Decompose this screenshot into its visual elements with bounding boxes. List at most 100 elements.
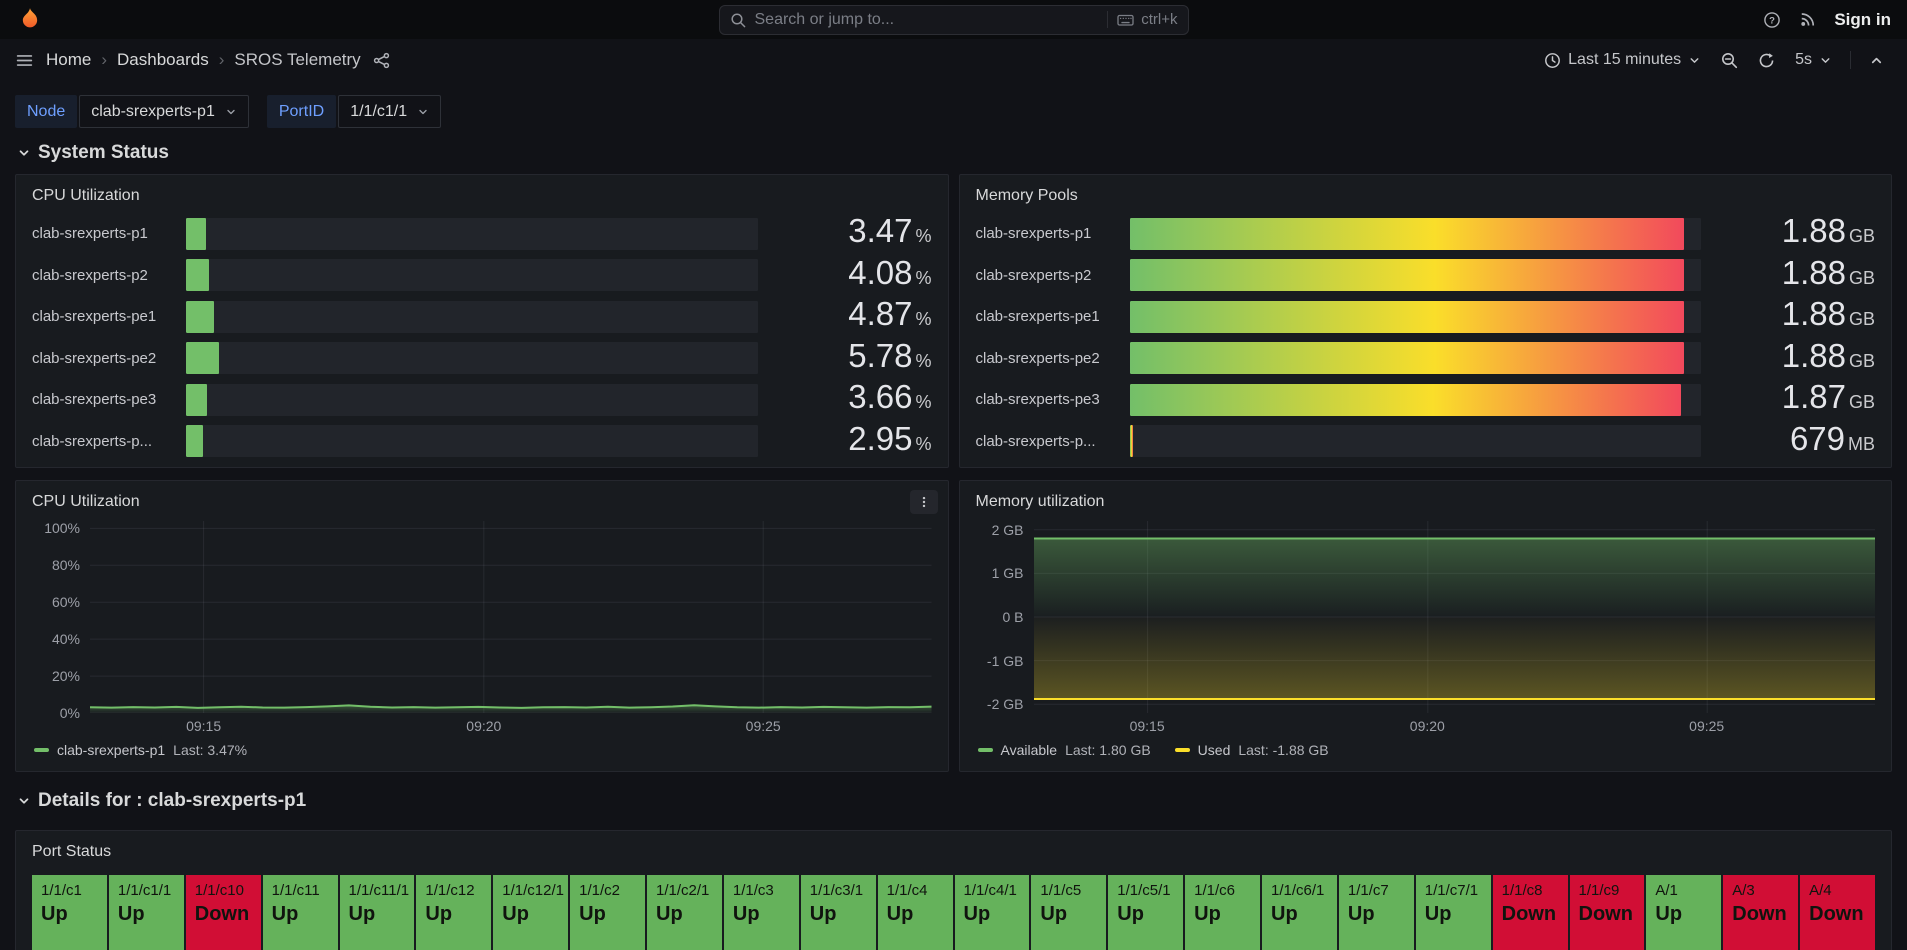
gauge-row: clab-srexperts-pe31.87GB <box>976 381 1876 413</box>
port-tile: 1/1/c4/1Up <box>955 875 1030 950</box>
section-system-status[interactable]: System Status <box>17 142 1890 164</box>
panel-port-status: Port Status 1/1/c1Up1/1/c1/1Up1/1/c10Dow… <box>15 830 1892 950</box>
port-tile: 1/1/c6/1Up <box>1262 875 1337 950</box>
sign-in-button[interactable]: Sign in <box>1834 10 1891 30</box>
rss-icon[interactable] <box>1799 11 1816 28</box>
chevron-down-icon <box>1819 54 1832 67</box>
legend-item[interactable]: Used Last: -1.88 GB <box>1175 742 1329 758</box>
port-tile-label: 1/1/c8 <box>1502 883 1559 900</box>
gauge-row: clab-srexperts-pe14.87% <box>32 298 932 330</box>
breadcrumb-home[interactable]: Home <box>46 50 91 70</box>
port-tile-state: Down <box>1732 903 1789 925</box>
gauge-bar-fill <box>1130 342 1684 374</box>
help-icon[interactable]: ? <box>1763 11 1781 29</box>
portid-variable-dropdown[interactable]: 1/1/c1/1 <box>338 95 441 128</box>
port-tile-label: 1/1/c12/1 <box>502 883 559 900</box>
panel-title[interactable]: Port Status <box>32 839 111 865</box>
grafana-logo-icon[interactable] <box>16 6 43 33</box>
refresh-interval-dropdown[interactable]: 5s <box>1787 45 1840 75</box>
gauge-value-number: 3.66 <box>848 378 912 415</box>
legend-last-value: Last: -1.88 GB <box>1238 742 1328 758</box>
port-status-tiles: 1/1/c1Up1/1/c1/1Up1/1/c10Down1/1/c11Up1/… <box>32 875 1875 950</box>
panel-title[interactable]: Memory utilization <box>976 489 1105 515</box>
x-axis: 09:1509:2009:25 <box>1034 713 1876 737</box>
gauge-bar-track <box>1130 425 1702 457</box>
gauge-row: clab-srexperts-pe25.78% <box>32 340 932 372</box>
port-tile: 1/1/c9Down <box>1570 875 1645 950</box>
gauge-value-unit: % <box>915 309 931 329</box>
gauge-bar-fill <box>186 259 209 291</box>
search-input[interactable]: Search or jump to... ctrl+k <box>719 5 1189 35</box>
gauge-value-number: 1.88 <box>1782 295 1846 332</box>
chevron-down-icon <box>17 794 31 808</box>
gauge-row-label: clab-srexperts-pe2 <box>32 350 172 367</box>
dashboard-toolbar: Home › Dashboards › SROS Telemetry <box>0 39 1907 81</box>
port-tile: 1/1/c12/1Up <box>493 875 568 950</box>
legend-swatch <box>34 748 49 752</box>
port-tile-label: A/1 <box>1655 883 1712 900</box>
share-icon[interactable] <box>373 52 390 69</box>
legend-swatch <box>978 748 993 752</box>
gauge-bar-track <box>186 342 758 374</box>
legend-item[interactable]: clab-srexperts-p1Last: 3.47% <box>34 742 247 758</box>
port-tile-state: Down <box>1809 903 1866 925</box>
gauge-row-value: 1.88GB <box>1715 215 1875 252</box>
chevron-up-icon <box>1869 53 1884 68</box>
legend: clab-srexperts-p1Last: 3.47% <box>32 737 932 761</box>
keyboard-icon <box>1117 13 1134 27</box>
gauge-bar-fill <box>1130 425 1133 457</box>
port-tile-label: 1/1/c11 <box>272 883 329 900</box>
legend-item[interactable]: AvailableLast: 1.80 GB <box>978 742 1151 758</box>
panel-title[interactable]: Memory Pools <box>976 183 1078 209</box>
legend-last-value: Last: 1.80 GB <box>1065 742 1151 758</box>
panel-memory-utilization-timeseries: Memory utilization 2 GB1 GB0 B-1 GB-2 GB… <box>959 480 1893 772</box>
x-tick-label: 09:20 <box>466 718 501 734</box>
port-tile: 1/1/c12Up <box>416 875 491 950</box>
node-variable-dropdown[interactable]: clab-srexperts-p1 <box>79 95 249 128</box>
refresh-button[interactable] <box>1750 46 1783 75</box>
gauge-bar-fill <box>186 425 203 457</box>
breadcrumb-separator: › <box>219 50 225 70</box>
menu-icon[interactable] <box>15 51 34 70</box>
kebab-menu-icon[interactable] <box>910 490 938 514</box>
section-details[interactable]: Details for : clab-srexperts-p1 <box>17 790 1890 812</box>
collapse-toolbar-button[interactable] <box>1861 47 1892 74</box>
port-tile-state: Up <box>579 903 636 925</box>
y-tick-label: 20% <box>52 668 80 684</box>
legend-series-name: Used <box>1198 742 1231 758</box>
legend: AvailableLast: 1.80 GB Used Last: -1.88 GB <box>976 737 1876 761</box>
breadcrumb-dashboards[interactable]: Dashboards <box>117 50 209 70</box>
panel-cpu-utilization-gauge: CPU Utilization clab-srexperts-p13.47%cl… <box>15 174 949 468</box>
gauge-value-unit: GB <box>1849 268 1875 288</box>
port-tile: 1/1/c11 Up <box>263 875 338 950</box>
port-tile-state: Up <box>41 903 98 925</box>
panel-title[interactable]: CPU Utilization <box>32 183 140 209</box>
port-tile-state: Up <box>810 903 867 925</box>
port-tile-state: Down <box>1502 903 1559 925</box>
port-tile: 1/1/c3/1Up <box>801 875 876 950</box>
gauge-row-value: 2.95% <box>772 423 932 460</box>
gauge-row: clab-srexperts-p11.88GB <box>976 215 1876 247</box>
cpu-gauge-rows: clab-srexperts-p13.47%clab-srexperts-p24… <box>32 209 932 457</box>
legend-swatch <box>1175 748 1190 752</box>
refresh-icon <box>1758 52 1775 69</box>
port-tile: 1/1/c1Up <box>32 875 107 950</box>
gauge-bar-track <box>1130 218 1702 250</box>
gauge-value-unit: GB <box>1849 309 1875 329</box>
port-tile-label: 1/1/c6 <box>1194 883 1251 900</box>
gauge-bar-track <box>1130 301 1702 333</box>
gauge-row-label: clab-srexperts-pe2 <box>976 350 1116 367</box>
gauge-row-value: 679MB <box>1715 423 1875 460</box>
port-tile-state: Up <box>272 903 329 925</box>
variable-label: Node <box>15 95 77 128</box>
gauge-row-label: clab-srexperts-p1 <box>976 225 1116 242</box>
port-tile: 1/1/c7Up <box>1339 875 1414 950</box>
panel-title[interactable]: CPU Utilization <box>32 489 140 515</box>
port-tile-label: 1/1/c5 <box>1040 883 1097 900</box>
time-range-picker[interactable]: Last 15 minutes <box>1536 45 1709 75</box>
gauge-value-number: 3.47 <box>848 212 912 249</box>
gauge-row-label: clab-srexperts-p... <box>32 433 172 450</box>
gauge-row: clab-srexperts-p24.08% <box>32 257 932 289</box>
gauge-bar-fill <box>1130 384 1681 416</box>
zoom-out-button[interactable] <box>1713 46 1746 75</box>
